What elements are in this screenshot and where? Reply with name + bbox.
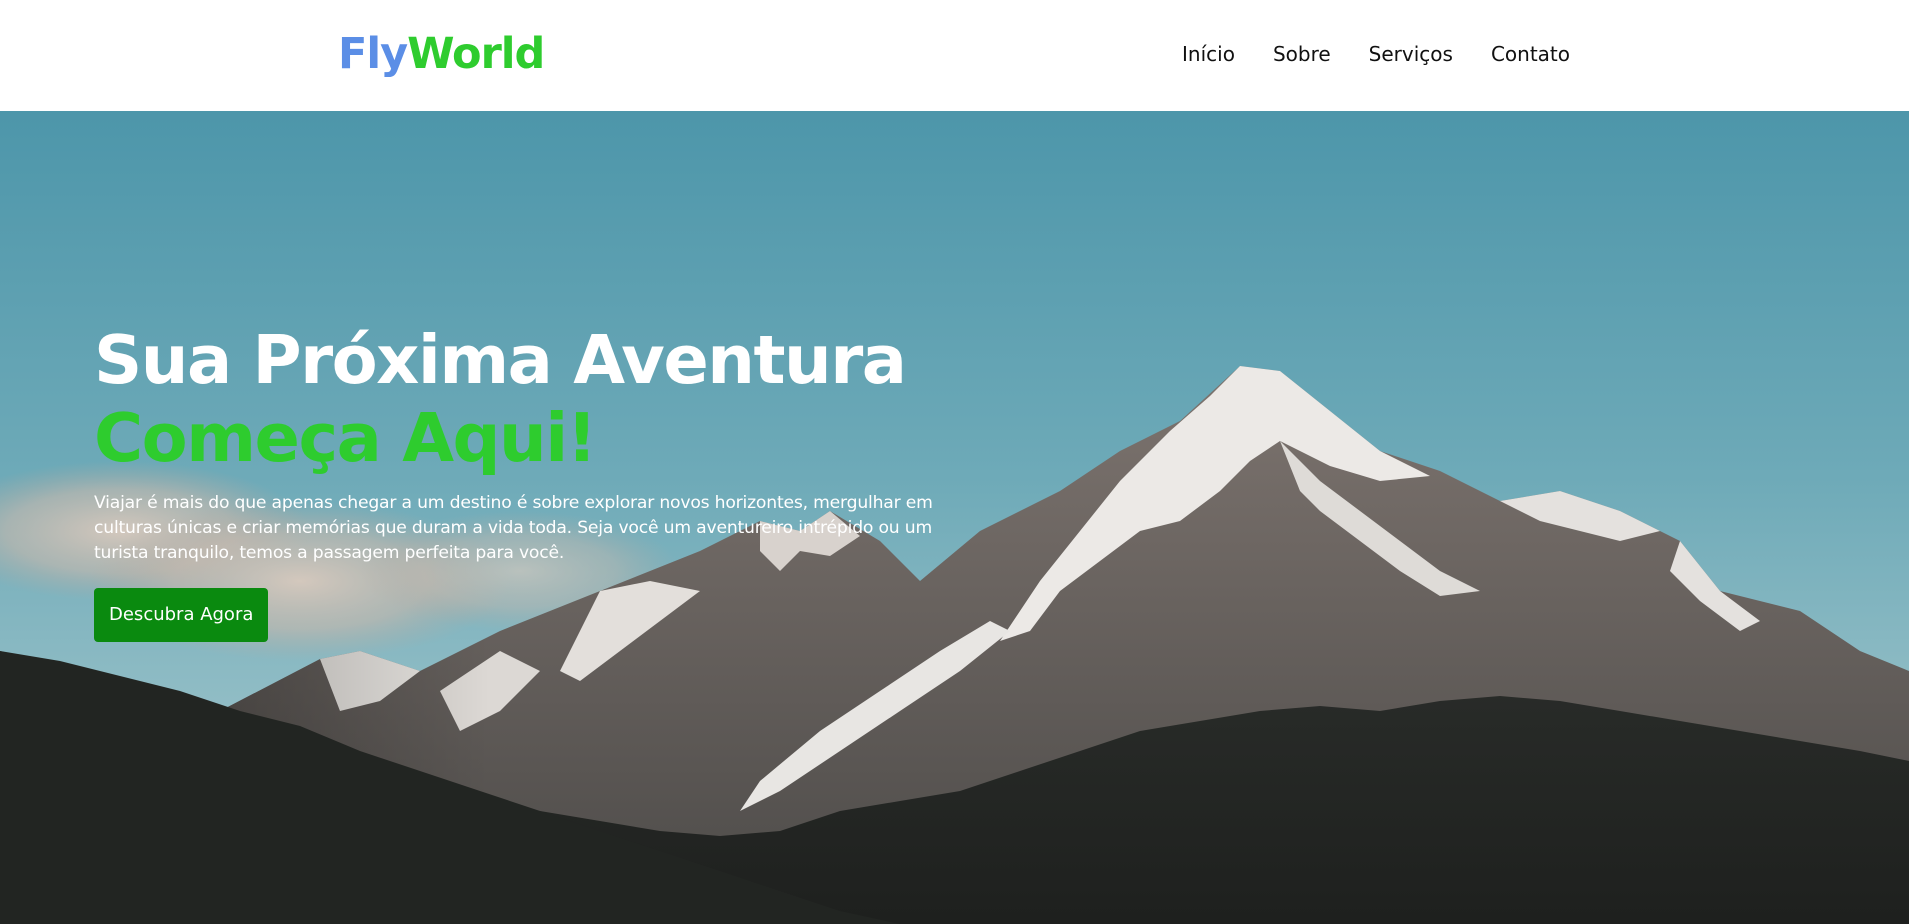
hero-title-line1: Sua Próxima Aventura [94, 321, 907, 399]
hero-content: Sua Próxima Aventura Começa Aqui! Viajar… [94, 321, 964, 642]
main-nav: Início Sobre Serviços Contato [1182, 40, 1570, 68]
logo-fly-text: Fly [338, 29, 408, 79]
site-header: FlyWorld Início Sobre Serviços Contato [0, 0, 1909, 111]
hero-description: Viajar é mais do que apenas chegar a um … [94, 493, 933, 563]
logo-world-text: World [407, 29, 545, 79]
nav-link-servicos[interactable]: Serviços [1369, 40, 1453, 68]
logo[interactable]: FlyWorld [338, 28, 545, 80]
nav-link-sobre[interactable]: Sobre [1273, 40, 1331, 68]
hero-section: Sua Próxima Aventura Começa Aqui! Viajar… [0, 111, 1909, 924]
nav-link-inicio[interactable]: Início [1182, 40, 1235, 68]
hero-title-line2: Começa Aqui! [94, 399, 597, 477]
nav-link-contato[interactable]: Contato [1491, 40, 1570, 68]
hero-title: Sua Próxima Aventura Começa Aqui! [94, 321, 964, 477]
discover-now-button[interactable]: Descubra Agora [94, 588, 269, 642]
